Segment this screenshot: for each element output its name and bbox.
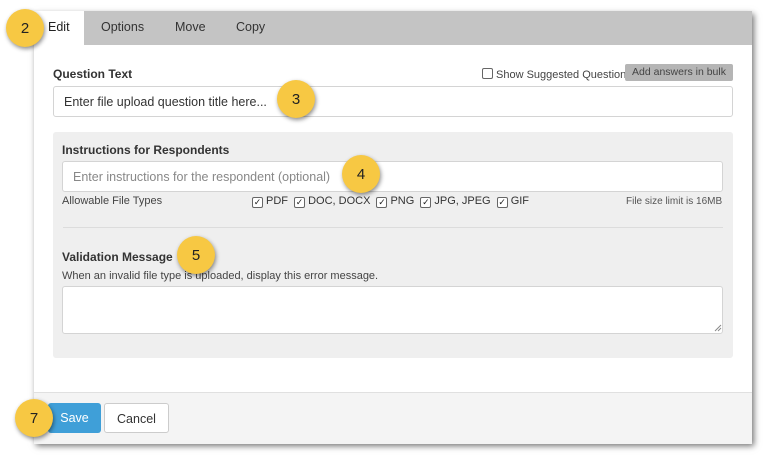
file-type-png[interactable]: ✓ PNG (376, 195, 414, 208)
tab-bar: Edit Options Move Copy (34, 11, 752, 45)
callout-badge: 2 (6, 9, 44, 47)
tab-options[interactable]: Options (87, 11, 158, 45)
validation-message-label: Validation Message (62, 250, 173, 264)
callout-badge: 3 (277, 80, 315, 118)
validation-message-textarea[interactable] (62, 286, 723, 334)
tab-move[interactable]: Move (161, 11, 220, 45)
instructions-label: Instructions for Respondents (62, 143, 230, 157)
callout-badge: 4 (342, 155, 380, 193)
tab-copy[interactable]: Copy (222, 11, 279, 45)
file-size-limit: File size limit is 16MB (626, 196, 723, 207)
show-suggested-checkbox[interactable] (482, 68, 493, 79)
file-type-pdf[interactable]: ✓ PDF (252, 195, 288, 208)
checkbox-checked-icon[interactable]: ✓ (496, 197, 508, 208)
add-answers-in-bulk-button[interactable]: Add answers in bulk (625, 64, 733, 81)
checkbox-checked-icon[interactable]: ✓ (294, 197, 306, 208)
instructions-input[interactable]: Enter instructions for the respondent (o… (62, 161, 723, 192)
question-text-input[interactable]: Enter file upload question title here... (53, 86, 733, 117)
file-type-doc[interactable]: ✓ DOC, DOCX (294, 195, 370, 208)
callout-badge: 5 (177, 236, 215, 274)
show-suggested-questions[interactable]: Show Suggested Questions (482, 68, 632, 81)
checkbox-checked-icon[interactable]: ✓ (420, 197, 432, 208)
cancel-button[interactable]: Cancel (104, 403, 169, 433)
file-type-jpg[interactable]: ✓ JPG, JPEG (420, 195, 491, 208)
question-editor-panel: Edit Options Move Copy Question Text Sho… (34, 11, 752, 444)
callout-badge: 7 (15, 399, 53, 437)
file-type-gif[interactable]: ✓ GIF (496, 195, 529, 208)
divider (63, 227, 723, 228)
save-button[interactable]: Save (48, 403, 101, 433)
question-text-label: Question Text (53, 67, 133, 81)
footer: Save Cancel (34, 392, 752, 444)
checkbox-checked-icon[interactable]: ✓ (376, 197, 388, 208)
file-types-label: Allowable File Types (62, 195, 163, 207)
show-suggested-label: Show Suggested Questions (496, 69, 632, 81)
checkbox-checked-icon[interactable]: ✓ (252, 197, 263, 208)
file-types-options: ✓ PDF ✓ DOC, DOCX ✓ PNG ✓ JPG, JPEG ✓ GIF (252, 195, 532, 208)
resize-handle-icon[interactable] (714, 324, 722, 332)
validation-description: When an invalid file type is uploaded, d… (62, 270, 379, 282)
